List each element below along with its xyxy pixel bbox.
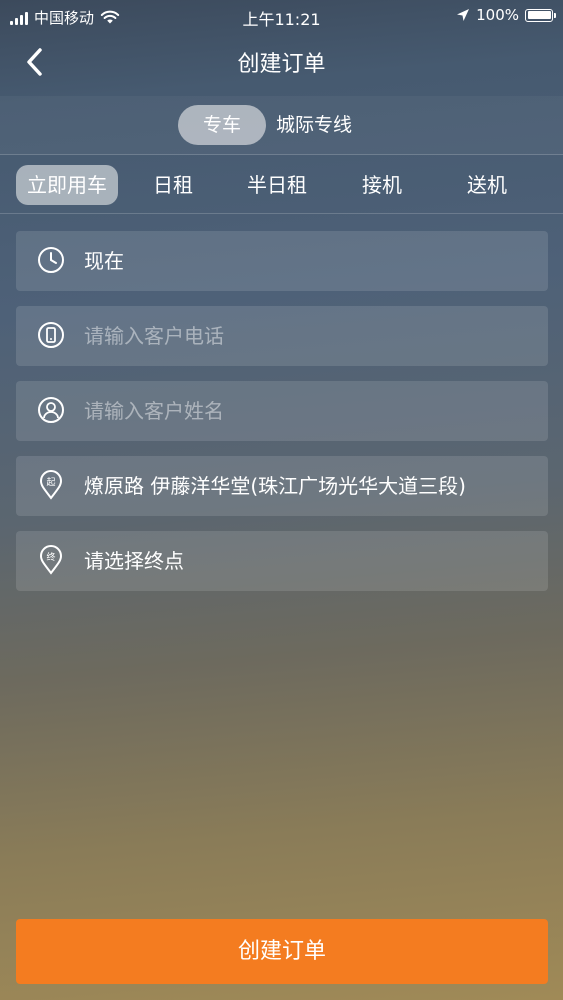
tab-immediate[interactable]: 立即用车: [16, 165, 118, 205]
clock-icon: [38, 247, 64, 273]
phone-field[interactable]: 请输入客户电话: [16, 306, 548, 366]
user-icon: [38, 397, 64, 423]
page-title: 创建订单: [237, 52, 326, 77]
service-segment: 专车 城际专线: [0, 96, 563, 155]
type-tabs: 立即用车 日租 半日租 接机 送机: [0, 157, 563, 214]
phone-icon: [38, 322, 64, 348]
svg-text:起: 起: [46, 477, 55, 488]
destination-field[interactable]: 终 请选择终点: [16, 531, 548, 591]
phone-input: 请输入客户电话: [84, 324, 224, 348]
tab-half-day-rent[interactable]: 半日租: [232, 165, 322, 205]
battery-percent: 100%: [476, 6, 519, 24]
nav-bar: 创建订单: [0, 34, 563, 94]
time-field[interactable]: 现在: [16, 231, 548, 291]
svg-text:终: 终: [46, 551, 55, 563]
battery-level: [527, 11, 551, 19]
time-value: 现在: [84, 249, 124, 273]
origin-value: 燎原路 伊藤洋华堂(珠江广场光华大道三段): [84, 474, 466, 498]
name-field[interactable]: 请输入客户姓名: [16, 381, 548, 441]
end-location-icon: 终: [39, 545, 63, 575]
tab-airport-dropoff[interactable]: 送机: [452, 165, 522, 205]
origin-field[interactable]: 起 燎原路 伊藤洋华堂(珠江广场光华大道三段): [16, 456, 548, 516]
destination-value: 请选择终点: [84, 549, 184, 573]
name-input: 请输入客户姓名: [84, 399, 224, 423]
tab-daily-rent[interactable]: 日租: [138, 165, 208, 205]
status-bar: 中国移动 上午11:21 100%: [0, 0, 563, 34]
create-order-button[interactable]: 创建订单: [16, 919, 548, 984]
start-location-icon: 起: [39, 470, 63, 500]
segment-intercity[interactable]: 城际专线: [266, 105, 362, 145]
location-arrow-icon: [457, 9, 470, 21]
battery-icon: [525, 8, 556, 22]
tab-airport-pickup[interactable]: 接机: [347, 165, 417, 205]
segment-special-car[interactable]: 专车: [178, 105, 267, 145]
status-right: 100%: [456, 6, 556, 24]
